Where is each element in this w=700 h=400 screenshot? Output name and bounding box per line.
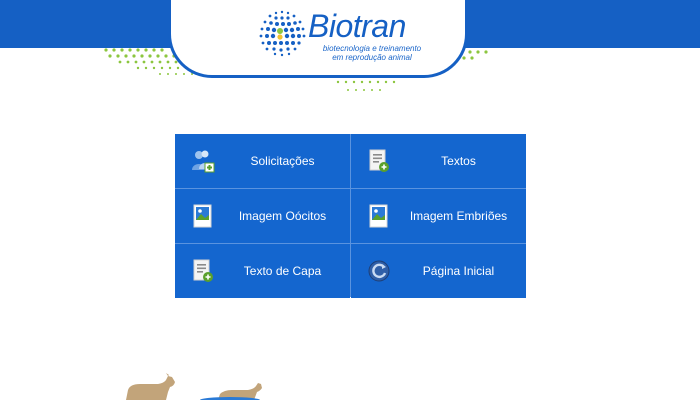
main-menu: Solicitações Textos Imagem Oócitos Image… bbox=[175, 134, 526, 298]
image-icon bbox=[369, 204, 388, 228]
document-add-icon bbox=[369, 149, 389, 172]
menu-item-label: Texto de Capa bbox=[243, 264, 322, 278]
menu-item-label: Solicitações bbox=[250, 154, 315, 168]
menu-item-label: Imagem Embriões bbox=[409, 209, 508, 223]
brand-tagline: biotecnologia e treinamento em reproduçã… bbox=[312, 44, 432, 62]
menu-item-label: Página Inicial bbox=[422, 264, 495, 278]
menu-item-texto-de-capa[interactable]: Texto de Capa bbox=[175, 244, 350, 298]
menu-item-imagem-embrioes[interactable]: Imagem Embriões bbox=[351, 189, 526, 243]
menu-item-label: Imagem Oócitos bbox=[238, 209, 327, 223]
brand-tagline-line2: em reprodução animal bbox=[332, 53, 412, 62]
menu-item-imagem-oocitos[interactable]: Imagem Oócitos bbox=[175, 189, 350, 243]
brand-name: Biotran bbox=[308, 8, 406, 44]
menu-item-solicitacoes[interactable]: Solicitações bbox=[175, 134, 350, 188]
cattle-illustration bbox=[126, 373, 262, 400]
menu-item-label: Textos bbox=[441, 154, 476, 168]
menu-item-pagina-inicial[interactable]: Página Inicial bbox=[351, 244, 526, 298]
users-add-icon bbox=[192, 150, 215, 173]
menu-item-textos[interactable]: Textos bbox=[351, 134, 526, 188]
brand-tagline-line1: biotecnologia e treinamento bbox=[322, 44, 422, 53]
document-add-icon bbox=[193, 259, 213, 282]
refresh-icon bbox=[368, 260, 390, 282]
logo-globe-icon bbox=[259, 10, 306, 57]
image-icon bbox=[193, 204, 212, 228]
